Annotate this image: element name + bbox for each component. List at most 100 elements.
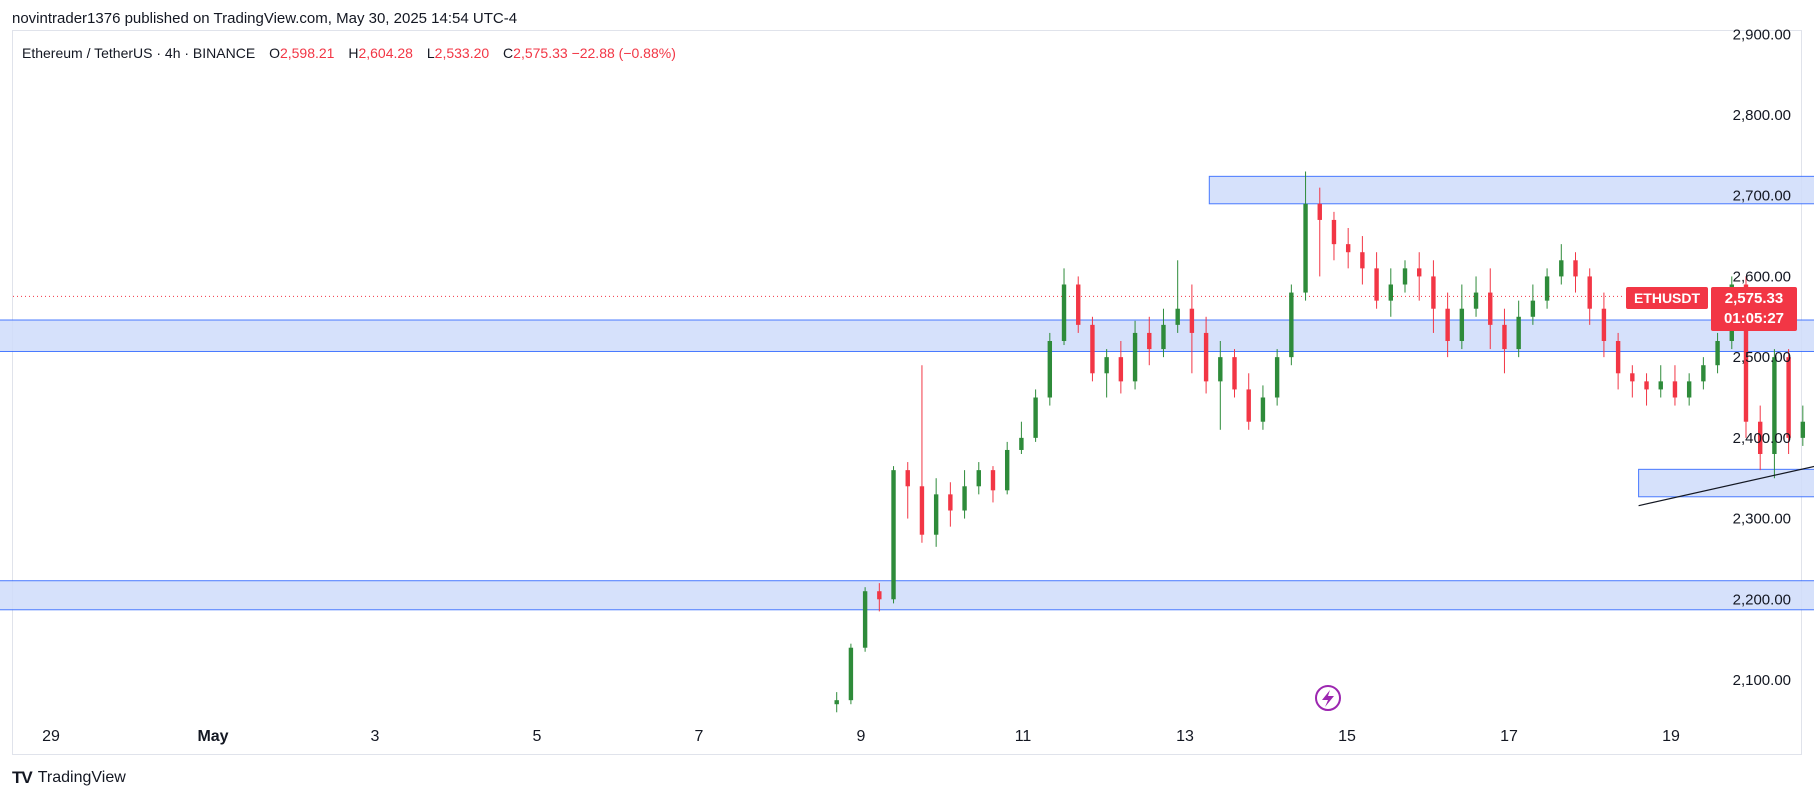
candle — [1473, 276, 1479, 317]
candle-body — [877, 591, 882, 600]
candle-body — [1658, 381, 1663, 390]
candle — [1630, 365, 1635, 398]
candle-body — [1260, 397, 1266, 422]
candle — [1274, 349, 1280, 406]
legend-h-label: H — [348, 45, 359, 61]
candle — [1374, 252, 1379, 309]
candle — [948, 482, 953, 527]
x-tick-label: 7 — [695, 728, 704, 745]
flash-icon[interactable] — [1315, 685, 1341, 711]
candle-body — [862, 591, 868, 648]
legend-open-value: 2,598.21 — [279, 45, 335, 61]
zone-2713[interactable] — [1208, 175, 1814, 205]
zone-2233[interactable] — [0, 580, 1814, 611]
x-tick-label: 17 — [1500, 728, 1518, 745]
candle — [1686, 373, 1692, 406]
candle-body — [1232, 357, 1237, 390]
candle-body — [1630, 373, 1635, 382]
legend-o-label: O — [269, 45, 280, 61]
candle-body — [1417, 268, 1422, 277]
candle-body — [1559, 260, 1564, 277]
candle-body — [1218, 357, 1223, 382]
candle-body — [1672, 381, 1678, 398]
x-tick-label: 5 — [533, 728, 542, 745]
y-tick-label: 2,600.00 — [1733, 268, 1791, 285]
candle-body — [1686, 381, 1692, 398]
candle-body — [1076, 284, 1081, 325]
x-tick-label: 13 — [1176, 728, 1194, 745]
price-chart[interactable]: 2713251123592233 2,100.002,200.002,300.0… — [0, 0, 1814, 799]
candle — [1246, 373, 1251, 430]
candle-body — [1473, 292, 1479, 309]
candle — [962, 470, 967, 519]
candle-body — [1601, 308, 1607, 341]
candle — [1360, 236, 1365, 285]
legend-symbol[interactable]: Ethereum / TetherUS · 4h · BINANCE — [22, 45, 255, 61]
candle — [1559, 244, 1564, 285]
tradingview-brand[interactable]: TV TradingView — [12, 768, 126, 788]
candle-body — [1530, 300, 1536, 317]
candle-body — [1431, 276, 1436, 309]
x-tick-label: 15 — [1338, 728, 1356, 745]
candle-body — [1786, 357, 1791, 438]
candle — [1175, 260, 1180, 333]
price-badge-value: 2,575.33 — [1725, 290, 1783, 307]
candle — [1104, 349, 1109, 398]
candle — [1516, 300, 1521, 358]
candle-body — [1715, 341, 1720, 366]
candle-body — [1331, 219, 1337, 245]
candle-body — [1061, 284, 1067, 341]
candle — [905, 462, 910, 519]
candle-body — [1502, 324, 1507, 350]
candle-body — [1090, 324, 1095, 374]
candle-body — [976, 470, 981, 487]
candle-body — [1644, 381, 1649, 390]
legend-low-value: 2,533.20 — [434, 45, 490, 61]
candle-body — [1203, 332, 1209, 382]
candle — [990, 466, 996, 503]
candle — [1260, 385, 1266, 430]
candle — [1090, 316, 1095, 382]
candle — [1544, 268, 1550, 309]
zone-2359[interactable] — [1638, 468, 1814, 498]
candle-body — [990, 470, 996, 491]
candle — [1701, 357, 1706, 390]
candle-body — [1615, 341, 1621, 374]
y-tick-label: 2,700.00 — [1733, 188, 1791, 205]
x-tick-label: 11 — [1015, 728, 1032, 745]
price-badge-countdown: 01:05:27 — [1724, 310, 1784, 327]
candle — [1573, 252, 1578, 293]
candle — [834, 692, 839, 713]
candle-body — [834, 700, 839, 705]
candle-body — [1175, 308, 1180, 325]
candle-body — [948, 494, 953, 511]
candle — [1658, 365, 1663, 398]
candle-body — [1345, 244, 1351, 253]
candle — [1189, 284, 1195, 374]
candle-body — [1573, 260, 1578, 277]
candle — [1033, 389, 1038, 442]
candle-body — [848, 647, 854, 701]
candle — [1076, 276, 1081, 333]
candle-body — [1246, 389, 1251, 422]
candle-body — [1587, 276, 1592, 309]
candle — [1587, 268, 1592, 325]
candle — [1061, 268, 1067, 346]
candle — [1218, 341, 1223, 430]
zone-2511[interactable] — [0, 319, 1814, 352]
time-axis: 29May357911131517192123252729Jun357 — [42, 728, 1680, 745]
symbol-badge-text: ETHUSDT — [1634, 290, 1701, 306]
candle-body — [1445, 308, 1450, 341]
zones-layer — [0, 175, 1814, 611]
candle-body — [1516, 316, 1521, 350]
y-tick-label: 2,800.00 — [1733, 107, 1791, 124]
x-tick-label: 19 — [1662, 728, 1680, 745]
tradingview-wordmark: TradingView — [37, 769, 126, 786]
candle — [1331, 211, 1337, 261]
candle — [933, 478, 939, 547]
legend-change: −22.88 (−0.88%) — [571, 45, 676, 61]
candle-body — [1118, 357, 1124, 382]
candle — [1800, 405, 1806, 446]
candle — [1232, 349, 1237, 398]
y-tick-label: 2,400.00 — [1733, 430, 1791, 447]
